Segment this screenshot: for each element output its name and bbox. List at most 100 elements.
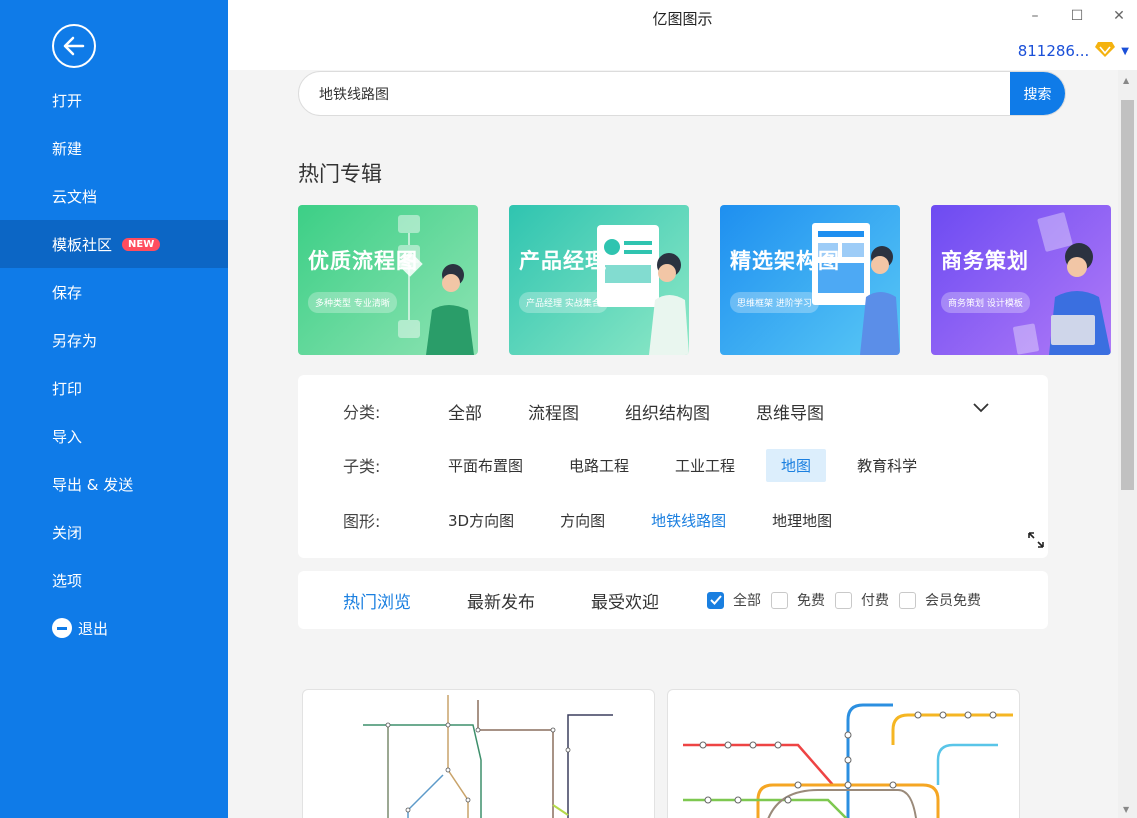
sidebar-item-label: 另存为 [52, 331, 98, 350]
close-icon: ✕ [1113, 8, 1125, 24]
shape-row: 图形: 3D方向图 方向图 地铁线路图 地理地图 [343, 503, 863, 537]
sidebar-item-exit[interactable]: 退出 [0, 604, 228, 652]
minimize-icon: – [1031, 8, 1039, 24]
banner-flowchart[interactable]: 优质流程图 多种类型 专业清晰 [298, 205, 478, 355]
banner-subtitle: 思维框架 进阶学习 [730, 292, 819, 313]
checkbox-paid[interactable]: 付费 [835, 590, 889, 610]
sidebar-item-label: 新建 [52, 139, 83, 158]
template-card[interactable] [302, 689, 655, 818]
sidebar-item-label: 模板社区 [52, 235, 113, 254]
category-option[interactable]: 全部 [433, 393, 497, 430]
expand-icon[interactable] [1026, 530, 1046, 554]
chevron-down-icon[interactable] [972, 399, 990, 418]
chevron-down-icon[interactable]: ▼ [1121, 46, 1129, 57]
scroll-up-icon[interactable]: ▲ [1123, 76, 1129, 85]
close-button[interactable]: ✕ [1107, 4, 1131, 28]
banner-business-plan[interactable]: 商务策划 商务策划 设计模板 [931, 205, 1111, 355]
sidebar-item-label: 云文档 [52, 187, 98, 206]
sidebar-item-template-community[interactable]: 模板社区 NEW [0, 220, 228, 268]
checkbox-box [835, 591, 852, 609]
user-account[interactable]: 811286... ▼ [1018, 40, 1129, 62]
shape-option[interactable]: 方向图 [545, 504, 620, 537]
subcategory-option[interactable]: 电路工程 [554, 449, 644, 482]
sidebar-item-label: 导出 & 发送 [52, 475, 134, 494]
sidebar-item-label: 导入 [52, 427, 83, 446]
sidebar-item-export-send[interactable]: 导出 & 发送 [0, 460, 228, 508]
sidebar-item-label: 打开 [52, 91, 83, 110]
checkmark-icon [707, 591, 724, 609]
architecture-illustration [812, 223, 900, 355]
search-button[interactable]: 搜索 [1010, 72, 1065, 115]
maximize-button[interactable]: ☐ [1065, 4, 1089, 28]
featured-banners: 优质流程图 多种类型 专业清晰 产品经理 产品经理 实战集合 精选架构图 思维框… [298, 205, 1111, 355]
checkbox-label: 免费 [797, 593, 825, 609]
category-label: 分类: [343, 403, 381, 422]
shape-option-selected[interactable]: 地铁线路图 [636, 504, 741, 537]
price-filter: 全部 免费 付费 会员免费 [707, 590, 991, 610]
scroll-down-icon[interactable]: ▼ [1123, 805, 1129, 814]
template-card[interactable] [667, 689, 1020, 818]
banner-subtitle: 多种类型 专业清晰 [308, 292, 397, 313]
sort-bar: 热门浏览 最新发布 最受欢迎 全部 免费 付费 会员免费 [298, 571, 1048, 629]
sidebar-item-save-as[interactable]: 另存为 [0, 316, 228, 364]
tab-most-liked[interactable]: 最受欢迎 [583, 588, 667, 613]
category-option[interactable]: 流程图 [513, 393, 594, 430]
flowchart-illustration [397, 215, 474, 355]
sidebar-item-new[interactable]: 新建 [0, 124, 228, 172]
sidebar-item-label: 关闭 [52, 523, 83, 542]
sidebar-item-options[interactable]: 选项 [0, 556, 228, 604]
sidebar-item-label: 退出 [78, 619, 109, 638]
subcategory-row: 子类: 平面布置图 电路工程 工业工程 地图 教育科学 [343, 448, 948, 482]
banner-subtitle: 商务策划 设计模板 [941, 292, 1030, 313]
checkbox-all[interactable]: 全部 [707, 590, 761, 610]
sidebar-item-label: 选项 [52, 571, 83, 590]
banner-title: 优质流程图 [308, 249, 418, 273]
scrollbar[interactable]: ▲ ▼ [1118, 70, 1137, 818]
subway-map-thumbnail [363, 695, 613, 818]
sidebar-item-cloud-docs[interactable]: 云文档 [0, 172, 228, 220]
search-bar: 搜索 [298, 71, 1066, 116]
sidebar-item-label: 打印 [52, 379, 83, 398]
category-option[interactable]: 思维导图 [741, 393, 839, 430]
subcategory-option-selected[interactable]: 地图 [766, 448, 827, 482]
checkbox-box [771, 591, 788, 609]
sidebar-item-open[interactable]: 打开 [0, 76, 228, 124]
back-arrow-icon[interactable] [52, 24, 96, 68]
banner-subtitle: 产品经理 实战集合 [519, 292, 608, 313]
checkbox-box [899, 591, 916, 609]
tab-popular[interactable]: 热门浏览 [335, 588, 419, 613]
filter-panel: 分类: 全部 流程图 组织结构图 思维导图 子类: 平面布置图 电路工程 工业工… [298, 375, 1048, 558]
diamond-icon [1095, 40, 1116, 62]
presentation-illustration [597, 225, 689, 355]
banner-architecture[interactable]: 精选架构图 思维框架 进阶学习 [720, 205, 900, 355]
checkbox-free[interactable]: 免费 [771, 590, 825, 610]
sidebar-item-label: 保存 [52, 283, 83, 302]
user-id: 811286... [1017, 42, 1090, 60]
template-grid [302, 689, 1020, 818]
shape-label: 图形: [343, 512, 381, 531]
shape-option[interactable]: 地理地图 [757, 504, 847, 537]
app-title: 亿图图示 [652, 10, 713, 28]
shape-option[interactable]: 3D方向图 [433, 504, 529, 537]
subcategory-option[interactable]: 教育科学 [842, 449, 932, 482]
scroll-thumb[interactable] [1121, 100, 1134, 490]
new-badge: NEW [122, 237, 161, 251]
sidebar-item-print[interactable]: 打印 [0, 364, 228, 412]
category-option[interactable]: 组织结构图 [610, 393, 725, 430]
checkbox-member-free[interactable]: 会员免费 [899, 590, 981, 610]
checkbox-label: 全部 [733, 593, 761, 609]
maximize-icon: ☐ [1070, 8, 1084, 24]
subcategory-label: 子类: [343, 457, 381, 476]
sidebar-item-import[interactable]: 导入 [0, 412, 228, 460]
banner-product-manager[interactable]: 产品经理 产品经理 实战集合 [509, 205, 689, 355]
tab-latest[interactable]: 最新发布 [459, 588, 543, 613]
sidebar-item-save[interactable]: 保存 [0, 268, 228, 316]
section-title: 热门专辑 [298, 162, 382, 186]
subcategory-option[interactable]: 平面布置图 [433, 449, 538, 482]
banner-title: 商务策划 [941, 249, 1029, 273]
sidebar-item-close[interactable]: 关闭 [0, 508, 228, 556]
checkbox-label: 会员免费 [925, 593, 981, 609]
minimize-button[interactable]: – [1023, 4, 1047, 28]
search-input[interactable] [299, 72, 1010, 115]
subcategory-option[interactable]: 工业工程 [660, 449, 750, 482]
